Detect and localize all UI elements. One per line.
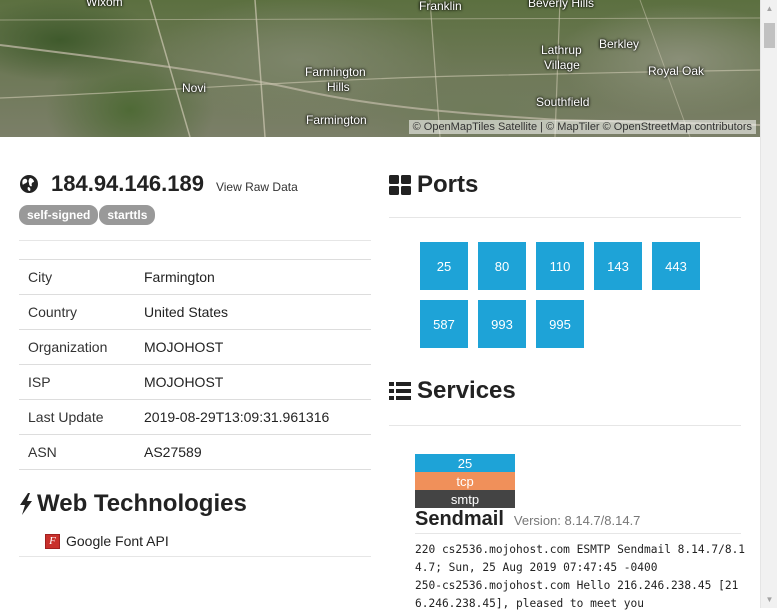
map-label: Franklin — [419, 0, 462, 13]
list-icon — [389, 382, 411, 400]
service-port[interactable]: 25 — [415, 454, 515, 472]
map-label: Berkley — [599, 37, 640, 51]
service-product: Sendmail — [415, 508, 504, 530]
port-tile[interactable]: 587 — [420, 300, 468, 348]
map-attribution[interactable]: © OpenMapTiles Satellite | © MapTiler © … — [408, 120, 756, 134]
web-technologies-heading: Web Technologies — [19, 490, 247, 518]
scroll-thumb[interactable] — [764, 23, 775, 48]
divider — [389, 425, 741, 426]
divider — [19, 240, 371, 241]
table-row: ASN AS27589 — [19, 434, 371, 470]
port-tile[interactable]: 993 — [478, 300, 526, 348]
service-banner: 220 cs2536.mojohost.com ESMTP Sendmail 8… — [415, 541, 745, 613]
map-label: Hills — [327, 80, 350, 94]
banner-line: 220 cs2536.mojohost.com ESMTP Sendmail 8… — [415, 543, 746, 556]
tag-list: self-signed starttls — [19, 205, 156, 225]
info-key: ISP — [19, 364, 135, 400]
services-heading: Services — [389, 377, 516, 405]
map-label: Farmington — [306, 113, 367, 127]
tag-badge[interactable]: self-signed — [19, 205, 99, 225]
map-label: Novi — [182, 81, 207, 95]
info-key: Country — [19, 294, 135, 330]
bolt-icon — [20, 493, 32, 515]
services-title: Services — [417, 377, 516, 404]
info-value[interactable]: AS27589 — [135, 434, 371, 470]
tag-badge[interactable]: starttls — [99, 205, 156, 225]
table-row: City Farmington — [19, 259, 371, 295]
table-row: Last Update 2019-08-29T13:09:31.961316 — [19, 399, 371, 435]
vertical-scrollbar[interactable]: ▲ ▼ — [760, 0, 777, 608]
info-value: United States — [135, 294, 371, 330]
service-version: Version: 8.14.7/8.14.7 — [513, 513, 641, 528]
port-tile[interactable]: 143 — [594, 242, 642, 290]
table-row: ISP MOJOHOST — [19, 364, 371, 400]
port-tile[interactable]: 25 — [420, 242, 468, 290]
map-label: Wixom — [86, 0, 123, 9]
globe-icon — [20, 175, 38, 193]
grid-icon — [389, 175, 411, 195]
banner-line: 250-cs2536.mojohost.com Hello 216.246.23… — [415, 579, 739, 592]
divider — [19, 556, 371, 557]
port-tile[interactable]: 443 — [652, 242, 700, 290]
info-key: Last Update — [19, 399, 135, 435]
font-icon: F — [45, 533, 60, 549]
info-key: City — [19, 259, 135, 295]
port-tile[interactable]: 80 — [478, 242, 526, 290]
view-raw-data-link[interactable]: View Raw Data — [216, 180, 298, 194]
info-value: Farmington — [135, 259, 371, 295]
location-map[interactable]: Wixom Franklin Beverly Hills Lathrup Vil… — [0, 0, 760, 137]
web-tech-label: Google Font API — [66, 533, 169, 549]
web-technologies-title: Web Technologies — [37, 490, 247, 517]
divider — [389, 217, 741, 218]
map-label: Village — [544, 58, 580, 72]
port-tile[interactable]: 995 — [536, 300, 584, 348]
info-value: 2019-08-29T13:09:31.961316 — [135, 399, 371, 435]
info-value: MOJOHOST — [135, 364, 371, 400]
ip-address: 184.94.146.189 — [51, 171, 204, 196]
service-header: Sendmail Version: 8.14.7/8.14.7 — [415, 508, 640, 531]
map-label: Royal Oak — [648, 64, 705, 78]
map-label: Farmington — [305, 65, 366, 79]
banner-line: 4.7; Sun, 25 Aug 2019 07:47:45 -0400 — [415, 561, 658, 574]
info-key: ASN — [19, 434, 135, 470]
scroll-up-icon[interactable]: ▲ — [761, 0, 777, 17]
map-label: Southfield — [536, 95, 590, 109]
service-port-stack: 25 tcp smtp — [415, 454, 515, 508]
banner-line: 6.246.238.45], pleased to meet you — [415, 597, 645, 610]
info-value: MOJOHOST — [135, 329, 371, 365]
service-transport: tcp — [415, 472, 515, 490]
map-label: Lathrup — [541, 43, 582, 57]
table-row: Country United States — [19, 294, 371, 330]
divider — [415, 533, 741, 534]
port-tile[interactable]: 110 — [536, 242, 584, 290]
service-protocol: smtp — [415, 490, 515, 508]
map-roads — [0, 0, 760, 137]
info-key: Organization — [19, 329, 135, 365]
ports-title: Ports — [417, 171, 479, 198]
ports-heading: Ports — [389, 171, 478, 199]
host-header: 184.94.146.189 View Raw Data — [19, 171, 298, 197]
web-tech-item[interactable]: F Google Font API — [45, 533, 169, 549]
scroll-down-icon[interactable]: ▼ — [761, 591, 777, 608]
map-label: Beverly Hills — [528, 0, 595, 10]
host-info-table: City Farmington Country United States Or… — [19, 259, 371, 470]
table-row: Organization MOJOHOST — [19, 329, 371, 365]
